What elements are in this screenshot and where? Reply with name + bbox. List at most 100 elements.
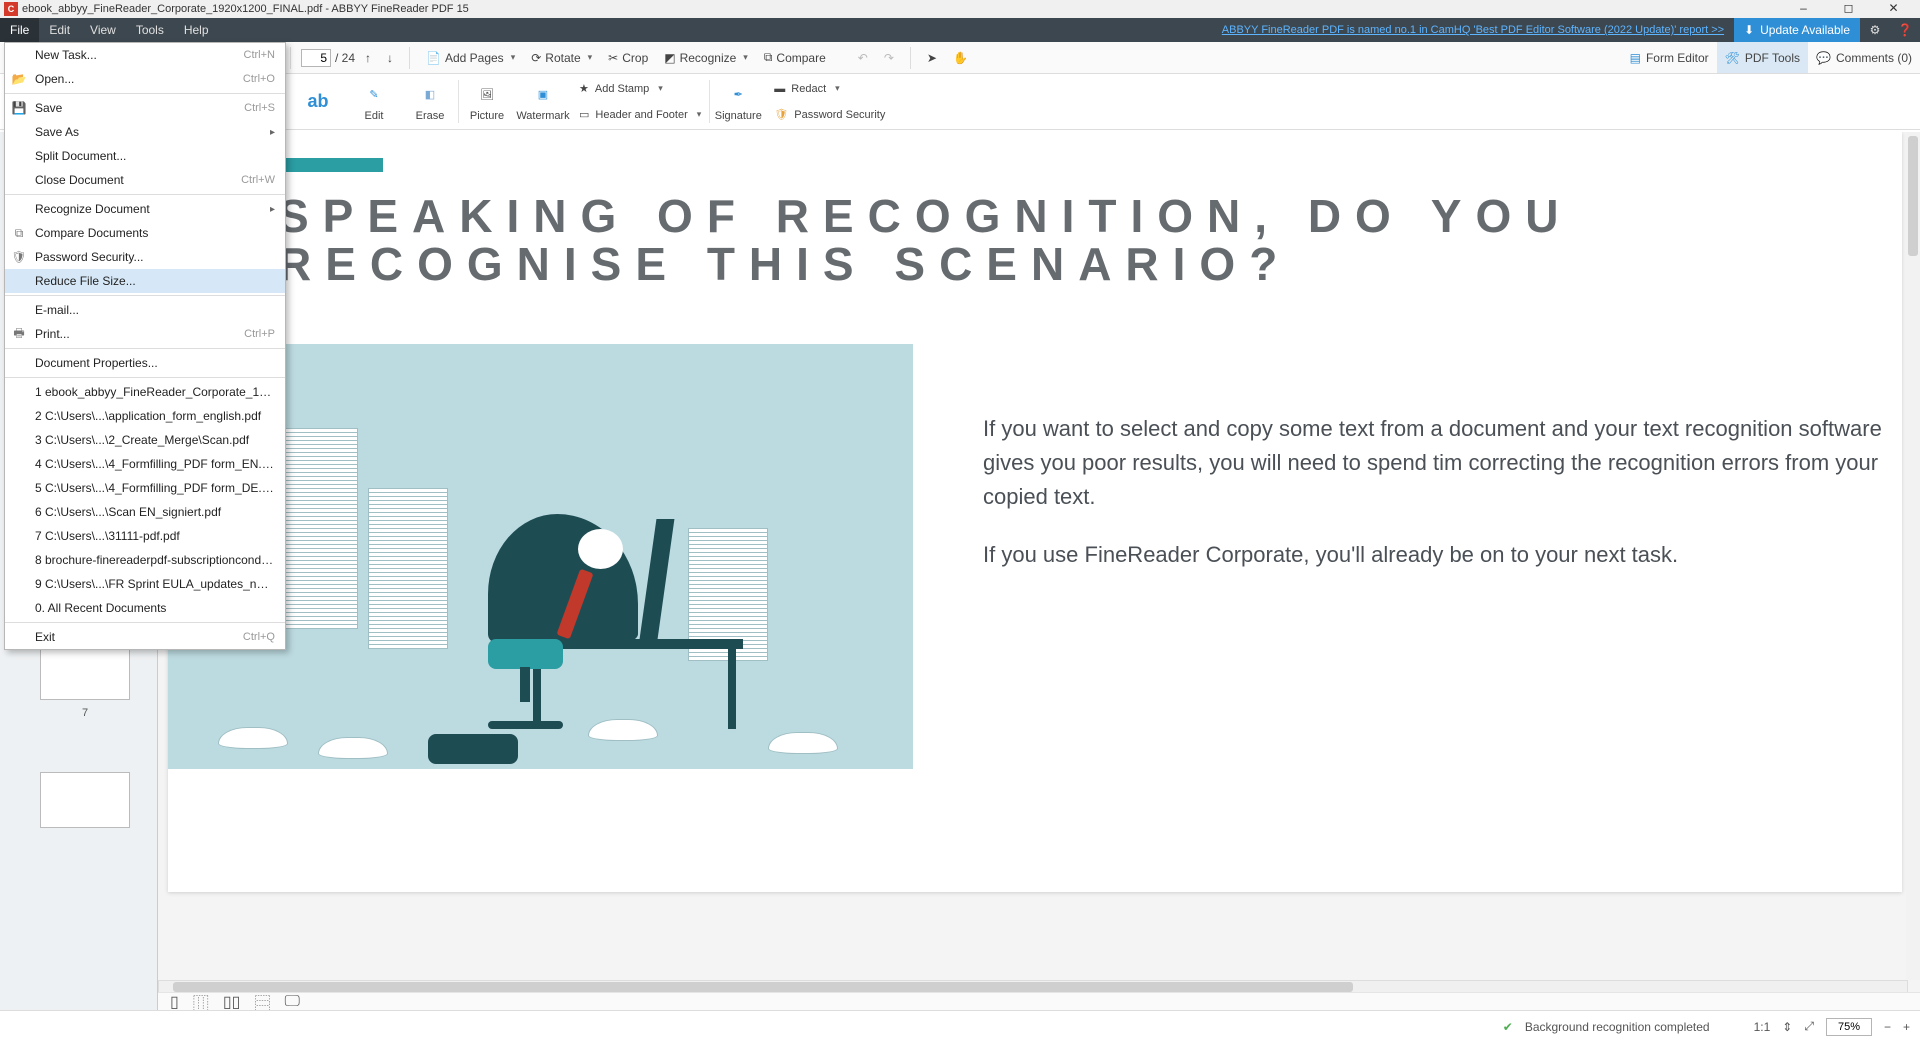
body-p2: If you use FineReader Corporate, you'll … <box>983 538 1902 572</box>
page-up-button[interactable]: ↑ <box>359 49 377 67</box>
thumbnail-page-8[interactable] <box>40 772 130 828</box>
comments-button[interactable]: 💬Comments (0) <box>1808 42 1920 73</box>
view-mode-bar: ▯ ⿲ ▯▯ ⿳ 🖵 <box>158 992 1920 1010</box>
settings-icon[interactable]: ⚙ <box>1860 18 1890 42</box>
edit-tool[interactable]: ✎Edit <box>346 74 402 129</box>
view-single-icon[interactable]: ▯ <box>170 992 179 1011</box>
view-two-continuous-icon[interactable]: ⿳ <box>254 990 270 1011</box>
compare-label: Compare <box>776 51 825 65</box>
file-menu-item[interactable]: 2 C:\Users\...\application_form_english.… <box>5 404 285 428</box>
vertical-scrollbar[interactable] <box>1906 132 1920 980</box>
zoom-out-button[interactable]: − <box>1884 1020 1891 1034</box>
document-page: SPEAKING OF RECOGNITION, DO YOU RECOGNIS… <box>168 132 1902 892</box>
recognize-button[interactable]: ◩Recognize <box>658 49 754 67</box>
file-menu-item[interactable]: 3 C:\Users\...\2_Create_Merge\Scan.pdf <box>5 428 285 452</box>
password-security-button[interactable]: 🛡Password Security <box>774 104 885 126</box>
fit-width-icon[interactable]: ⤢ <box>1804 1019 1814 1034</box>
file-menu-item[interactable]: Document Properties... <box>5 351 285 375</box>
file-menu-item[interactable]: 0. All Recent Documents <box>5 596 285 620</box>
menu-edit[interactable]: Edit <box>39 18 80 42</box>
file-menu-item[interactable]: ⧉Compare Documents <box>5 221 285 245</box>
close-button[interactable]: ✕ <box>1871 0 1916 18</box>
menu-item-icon: 📂 <box>11 71 27 87</box>
header-footer-button[interactable]: ▭Header and Footer <box>579 104 701 126</box>
add-pages-button[interactable]: 📄Add Pages <box>420 49 521 67</box>
file-menu-item[interactable]: 1 ebook_abbyy_FineReader_Corporate_1920x… <box>5 380 285 404</box>
signature-tool[interactable]: ✒Signature <box>710 74 766 129</box>
menu-item-label: Exit <box>35 630 243 644</box>
document-viewport[interactable]: SPEAKING OF RECOGNITION, DO YOU RECOGNIS… <box>158 132 1920 1010</box>
add-pages-icon: 📄 <box>426 51 441 65</box>
signature-label: Signature <box>715 110 762 122</box>
thumbnail-page-7[interactable] <box>40 644 130 700</box>
window-title: ebook_abbyy_FineReader_Corporate_1920x12… <box>22 3 1781 15</box>
file-menu-item[interactable]: 8 brochure-finereaderpdf-subscriptioncon… <box>5 548 285 572</box>
file-menu-item[interactable]: 🖶Print...Ctrl+P <box>5 322 285 346</box>
fit-height-icon[interactable]: ⇕ <box>1782 1020 1792 1034</box>
redo-button[interactable]: ↷ <box>878 49 900 67</box>
compare-icon: ⧉ <box>764 50 773 65</box>
update-available-button[interactable]: ⬇ Update Available <box>1734 18 1860 42</box>
edit-label: Edit <box>365 110 384 122</box>
compare-button[interactable]: ⧉Compare <box>758 48 832 67</box>
file-menu-item[interactable]: Save As▸ <box>5 120 285 144</box>
redact-button[interactable]: ▬Redact <box>774 78 885 100</box>
crop-button[interactable]: ✂Crop <box>602 49 654 67</box>
menu-tools[interactable]: Tools <box>126 18 174 42</box>
file-menu-item[interactable]: 5 C:\Users\...\4_Formfilling_PDF form_DE… <box>5 476 285 500</box>
zoom-in-button[interactable]: + <box>1903 1020 1910 1034</box>
hand-tool[interactable]: ✋ <box>947 49 974 67</box>
file-menu-item[interactable]: E-mail... <box>5 298 285 322</box>
file-menu-item[interactable]: 9 C:\Users\...\FR Sprint EULA_updates_ne… <box>5 572 285 596</box>
file-menu-item[interactable]: Reduce File Size... <box>5 269 285 293</box>
promo-link[interactable]: ABBYY FineReader PDF is named no.1 in Ca… <box>1222 18 1734 42</box>
page-number-input[interactable] <box>301 49 331 67</box>
watermark-tool[interactable]: ▣Watermark <box>515 74 571 129</box>
text-tool[interactable]: ab <box>290 74 346 129</box>
erase-tool[interactable]: ◧Erase <box>402 74 458 129</box>
file-menu-item[interactable]: Recognize Document▸ <box>5 197 285 221</box>
minimize-button[interactable]: – <box>1781 0 1826 18</box>
menu-file[interactable]: File <box>0 18 39 42</box>
file-menu-item[interactable]: Split Document... <box>5 144 285 168</box>
scale-button[interactable]: 1:1 <box>1754 1020 1771 1034</box>
file-menu-item[interactable]: 7 C:\Users\...\31111-pdf.pdf <box>5 524 285 548</box>
picture-icon: 🖼 <box>474 82 500 108</box>
file-menu-item[interactable]: 🛡Password Security... <box>5 245 285 269</box>
add-stamp-button[interactable]: ★Add Stamp <box>579 78 701 100</box>
rotate-button[interactable]: ⟳Rotate <box>525 49 598 67</box>
form-editor-button[interactable]: ▤Form Editor <box>1622 42 1717 73</box>
menu-item-label: Save As <box>35 125 270 139</box>
page-down-button[interactable]: ↓ <box>381 49 399 67</box>
menu-item-label: 2 C:\Users\...\application_form_english.… <box>35 409 275 423</box>
file-menu-item[interactable]: 📂Open...Ctrl+O <box>5 67 285 91</box>
menu-item-label: New Task... <box>35 48 244 62</box>
view-fullscreen-icon[interactable]: 🖵 <box>284 993 299 1011</box>
erase-icon: ◧ <box>417 82 443 108</box>
view-two-page-icon[interactable]: ▯▯ <box>223 992 241 1011</box>
menu-item-label: 7 C:\Users\...\31111-pdf.pdf <box>35 529 275 543</box>
pdf-tools-icon: 🛠 <box>1725 51 1740 65</box>
undo-button[interactable]: ↶ <box>852 49 874 67</box>
file-menu-item[interactable]: 4 C:\Users\...\4_Formfilling_PDF form_EN… <box>5 452 285 476</box>
zoom-input[interactable] <box>1826 1018 1872 1036</box>
pointer-tool[interactable]: ➤ <box>921 49 943 67</box>
picture-tool[interactable]: 🖼 Picture <box>459 74 515 129</box>
file-menu-item[interactable]: 6 C:\Users\...\Scan EN_signiert.pdf <box>5 500 285 524</box>
file-menu-item[interactable]: ExitCtrl+Q <box>5 625 285 649</box>
menu-item-icon: 🖶 <box>11 326 27 342</box>
picture-label: Picture <box>470 110 504 122</box>
menu-help[interactable]: Help <box>174 18 219 42</box>
file-menu-item[interactable]: Close DocumentCtrl+W <box>5 168 285 192</box>
file-menu-item[interactable]: New Task...Ctrl+N <box>5 43 285 67</box>
maximize-button[interactable]: ◻ <box>1826 0 1871 18</box>
page-heading: SPEAKING OF RECOGNITION, DO YOU RECOGNIS… <box>278 192 1882 289</box>
menu-item-label: E-mail... <box>35 303 275 317</box>
view-continuous-icon[interactable]: ⿲ <box>193 990 209 1011</box>
help-icon[interactable]: ❓ <box>1890 18 1920 42</box>
file-menu-item[interactable]: 💾SaveCtrl+S <box>5 96 285 120</box>
pdf-tools-button[interactable]: 🛠PDF Tools <box>1717 42 1808 73</box>
menu-view[interactable]: View <box>80 18 126 42</box>
main-toolbar: / 24 ↑ ↓ 📄Add Pages ⟳Rotate ✂Crop ◩Recog… <box>0 42 1920 74</box>
menu-item-label: 0. All Recent Documents <box>35 601 275 615</box>
